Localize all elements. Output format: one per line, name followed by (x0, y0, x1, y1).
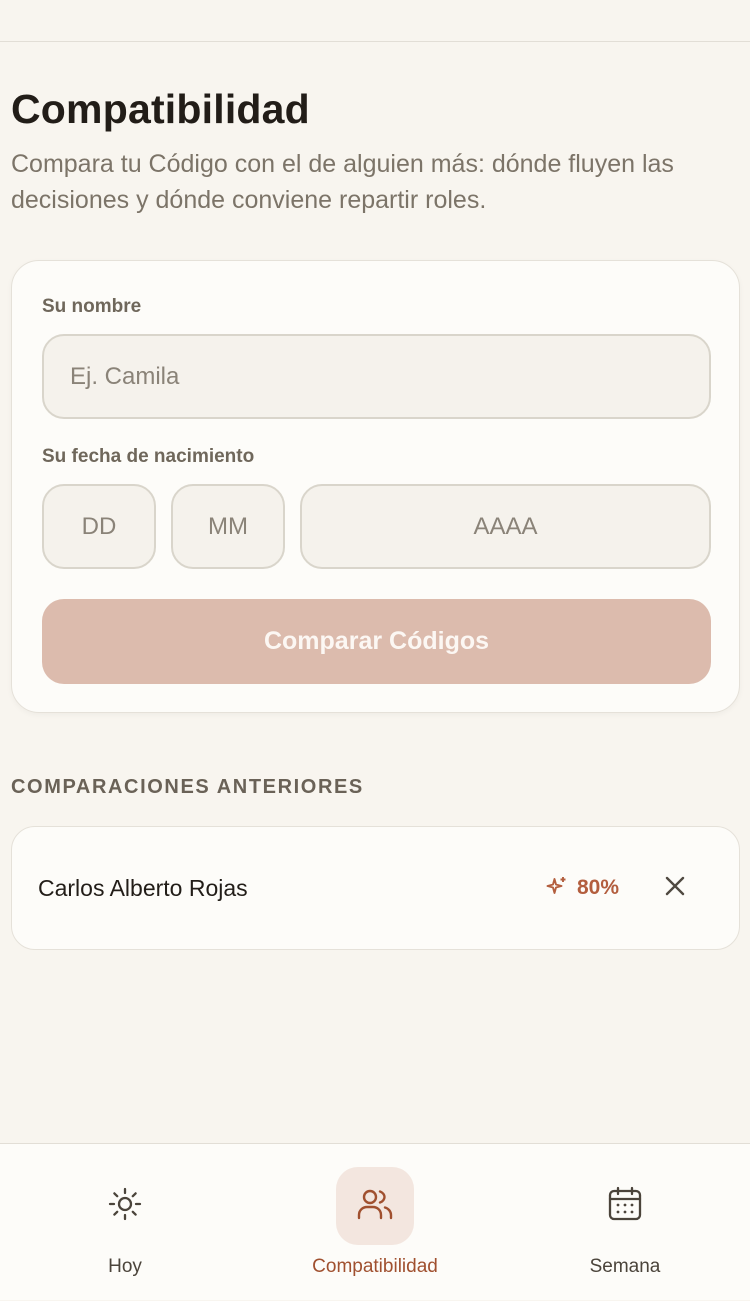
users-icon (355, 1184, 395, 1229)
comparison-list-item[interactable]: Carlos Alberto Rojas 80% (11, 826, 740, 950)
compare-codes-button[interactable]: Comparar Códigos (42, 599, 711, 684)
compatibility-score: 80% (545, 873, 619, 903)
nav-label-compatibilidad: Compatibilidad (312, 1256, 438, 1277)
close-icon (664, 875, 686, 902)
nav-label-semana: Semana (589, 1256, 661, 1277)
day-input[interactable] (42, 484, 156, 569)
birthdate-label: Su fecha de nacimiento (42, 446, 255, 467)
sun-icon (105, 1184, 145, 1229)
page-title: Compatibilidad (11, 86, 310, 132)
nav-item-compatibilidad[interactable]: Compatibilidad (250, 1144, 500, 1301)
nav-item-semana[interactable]: Semana (500, 1144, 750, 1301)
score-value: 80% (577, 876, 620, 899)
top-bar (0, 0, 750, 42)
nav-label-hoy: Hoy (108, 1256, 142, 1277)
month-input[interactable] (171, 484, 285, 569)
name-input[interactable] (42, 334, 711, 419)
previous-comparisons-heading: COMPARACIONES ANTERIORES (11, 776, 364, 798)
sparkles-icon (545, 874, 569, 903)
compatibility-form-card: Su nombre Su fecha de nacimiento Compara… (11, 260, 740, 713)
delete-comparison-button[interactable] (660, 873, 690, 903)
calendar-icon (605, 1184, 645, 1229)
year-input[interactable] (300, 484, 711, 569)
nav-item-hoy[interactable]: Hoy (0, 1144, 250, 1301)
bottom-navigation: Hoy Compatibilidad Semana (0, 1143, 750, 1300)
comparison-name: Carlos Alberto Rojas (38, 875, 248, 901)
name-label: Su nombre (42, 296, 142, 317)
page-subtitle: Compara tu Código con el de alguien más:… (11, 150, 674, 214)
